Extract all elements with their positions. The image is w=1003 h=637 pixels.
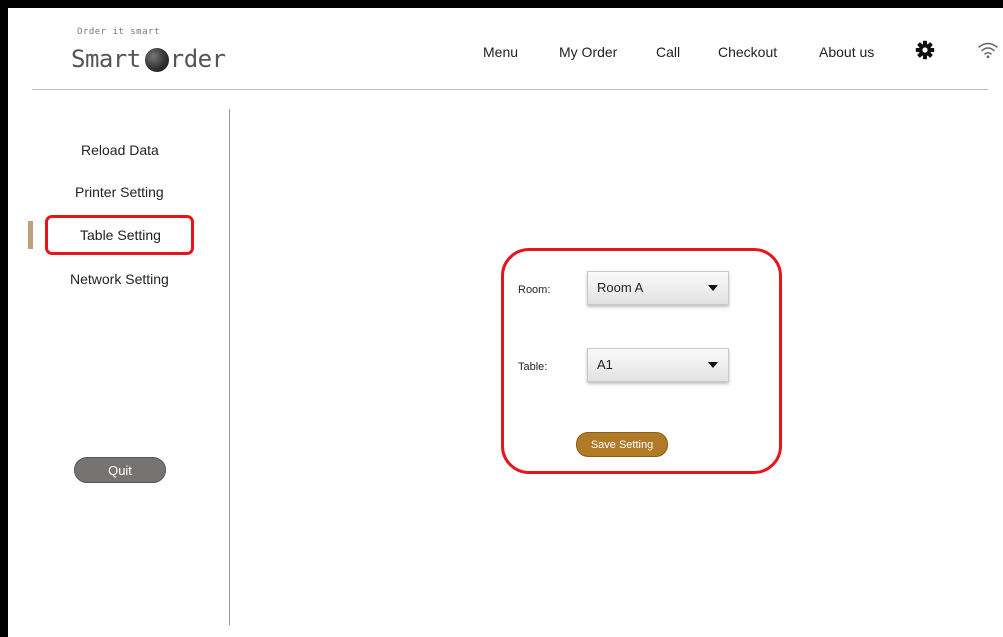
logo-text-smart: Smart — [71, 45, 141, 73]
sidebar-item-printer-setting[interactable]: Printer Setting — [75, 184, 164, 200]
table-select[interactable]: A1 — [587, 348, 729, 382]
logo-wordmark: Smart rder — [71, 45, 226, 73]
save-setting-button[interactable]: Save Setting — [576, 432, 668, 457]
nav-my-order[interactable]: My Order — [559, 44, 617, 60]
nav-about-us[interactable]: About us — [819, 44, 874, 60]
chevron-down-icon — [708, 362, 718, 368]
app-window: Order it smart Smart rder Menu My Order … — [8, 8, 1003, 637]
room-label: Room: — [518, 284, 551, 296]
nav-menu[interactable]: Menu — [483, 44, 518, 60]
sidebar-item-network-setting[interactable]: Network Setting — [70, 271, 169, 287]
sidebar-item-table-setting[interactable]: Table Setting — [80, 227, 161, 243]
logo-ball-icon — [144, 48, 169, 72]
table-label: Table: — [518, 361, 548, 373]
room-select-value: Room A — [597, 280, 644, 295]
sidebar-item-reload-data[interactable]: Reload Data — [81, 142, 159, 158]
chevron-down-icon — [708, 285, 718, 291]
logo-tagline: Order it smart — [77, 27, 160, 37]
wifi-icon[interactable] — [977, 41, 999, 59]
nav-call[interactable]: Call — [656, 44, 680, 60]
logo-text-rder: rder — [169, 45, 226, 73]
room-select[interactable]: Room A — [587, 271, 729, 305]
header-divider — [32, 89, 988, 90]
sidebar-divider — [229, 109, 230, 625]
quit-button[interactable]: Quit — [74, 457, 166, 483]
table-select-value: A1 — [597, 357, 613, 372]
nav-checkout[interactable]: Checkout — [718, 44, 777, 60]
active-item-marker — [28, 221, 33, 249]
gear-icon[interactable] — [915, 40, 935, 60]
